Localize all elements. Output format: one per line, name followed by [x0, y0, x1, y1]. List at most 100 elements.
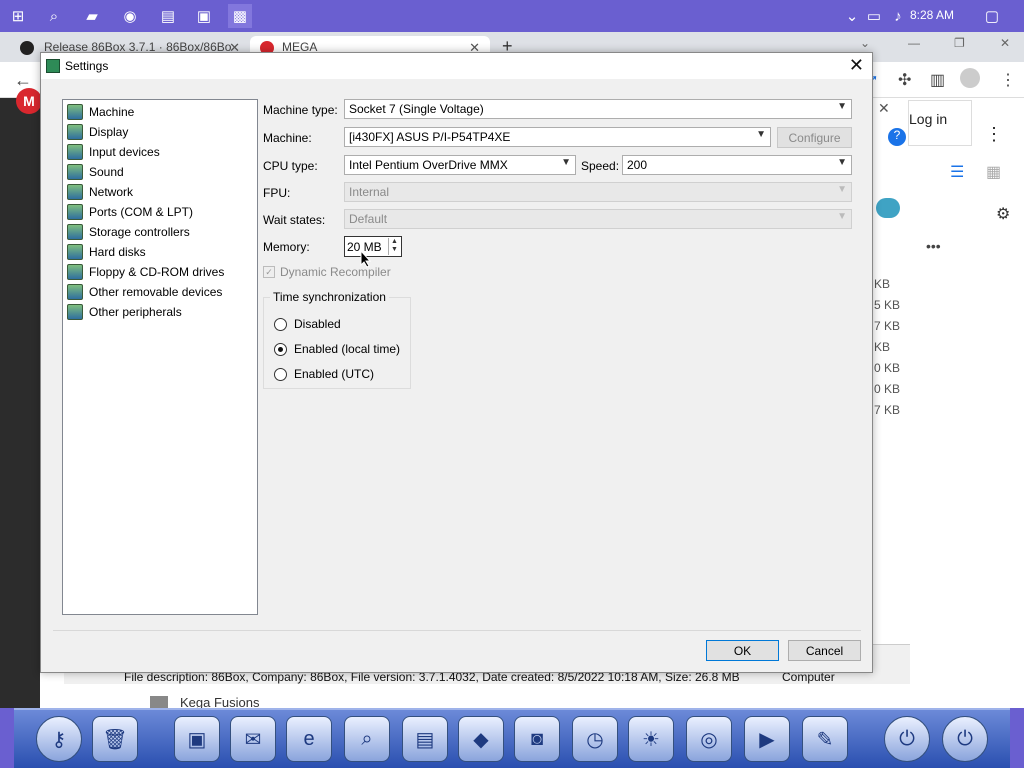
search-icon[interactable]: ⌕	[42, 4, 66, 28]
7zip-icon[interactable]: ▣	[192, 4, 216, 28]
cpu-type-select[interactable]: Intel Pentium OverDrive MMX ▼	[344, 155, 576, 175]
speed-label: Speed:	[581, 159, 620, 173]
help-icon[interactable]: ?	[888, 128, 906, 146]
minimize-icon[interactable]: —	[908, 36, 920, 50]
trash-icon[interactable]: 🗑	[92, 716, 138, 762]
list-view-icon[interactable]: ☰	[950, 162, 964, 182]
magnifier-icon[interactable]: ⌕	[344, 716, 390, 762]
profile-avatar[interactable]	[960, 68, 980, 88]
media-player-icon[interactable]: ▶	[744, 716, 790, 762]
machine-type-select[interactable]: Socket 7 (Single Voltage) ▼	[344, 99, 852, 119]
side-panel-icon[interactable]: ▥	[930, 70, 945, 90]
ok-button[interactable]: OK	[706, 640, 779, 661]
rtf-document-icon[interactable]: ▤	[402, 716, 448, 762]
select-value: 200	[627, 158, 648, 172]
nav-item-ports[interactable]: Ports (COM & LPT)	[67, 202, 193, 222]
shutdown-icon[interactable]: ⏻	[942, 716, 988, 762]
dialog-title: Settings	[65, 59, 109, 73]
fpu-label: FPU:	[263, 186, 291, 200]
size-cell: KB	[874, 340, 891, 354]
fpu-select[interactable]: Internal ▼	[344, 182, 852, 202]
close-window-icon[interactable]: ✕	[1000, 36, 1010, 50]
radio-enabled-local[interactable]: Enabled (local time)	[274, 342, 400, 356]
notification-icon[interactable]: ▢	[980, 4, 1004, 28]
computer-icon[interactable]: ▣	[174, 716, 220, 762]
nav-item-network[interactable]: Network	[67, 182, 133, 202]
scanner-icon[interactable]: ◎	[686, 716, 732, 762]
nav-label: Floppy & CD-ROM drives	[89, 265, 225, 279]
network-icon[interactable]: ▭	[862, 4, 886, 28]
wait-states-select[interactable]: Default ▼	[344, 209, 852, 229]
nav-label: Other peripherals	[89, 305, 182, 319]
radio-disabled[interactable]: Disabled	[274, 317, 341, 331]
clock[interactable]: 8:28 AM	[910, 8, 954, 22]
nav-item-other-peripherals[interactable]: Other peripherals	[67, 302, 182, 322]
internet-explorer-icon[interactable]: e	[286, 716, 332, 762]
dialog-titlebar: Settings ✕	[41, 53, 872, 79]
settings-dialog: Settings ✕ Machine Display Input devices…	[40, 52, 873, 673]
close-icon[interactable]: ✕	[849, 55, 864, 76]
login-button[interactable]: Log in	[908, 100, 972, 146]
nav-label: Hard disks	[89, 245, 146, 259]
volume-icon[interactable]: ♪	[886, 4, 910, 28]
tab-search-icon[interactable]: ⌄	[860, 36, 870, 50]
select-value: Socket 7 (Single Voltage)	[349, 102, 484, 116]
disk-icon[interactable]: ◙	[514, 716, 560, 762]
input-devices-icon	[67, 144, 83, 160]
nav-item-input-devices[interactable]: Input devices	[67, 142, 160, 162]
file-explorer-icon[interactable]: ▰	[80, 4, 104, 28]
windows-start-icon[interactable]: ⊞	[6, 4, 30, 28]
close-icon[interactable]: ✕	[878, 100, 890, 117]
chevron-down-icon: ▼	[837, 157, 847, 168]
paint-icon[interactable]: ✎	[802, 716, 848, 762]
86box-icon[interactable]: ▩	[228, 4, 252, 28]
mega-sidebar	[0, 98, 40, 708]
nav-label: Machine	[89, 105, 135, 119]
more-icon[interactable]: ⋮	[985, 124, 1003, 145]
nav-item-hard-disks[interactable]: Hard disks	[67, 242, 146, 262]
nav-item-storage-controllers[interactable]: Storage controllers	[67, 222, 190, 242]
weather-icon[interactable]: ☀	[628, 716, 674, 762]
wait-states-label: Wait states:	[263, 213, 326, 227]
select-value: Internal	[349, 185, 390, 199]
radio-label: Enabled (UTC)	[294, 367, 375, 381]
nav-item-other-removable[interactable]: Other removable devices	[67, 282, 222, 302]
cube-icon[interactable]: ◆	[458, 716, 504, 762]
power-icon[interactable]: ⏻	[884, 716, 930, 762]
gear-icon[interactable]: ⚙	[996, 204, 1010, 224]
memory-label: Memory:	[263, 240, 310, 254]
86box-icon	[46, 59, 60, 73]
nav-item-sound[interactable]: Sound	[67, 162, 124, 182]
radio-label: Disabled	[294, 317, 341, 331]
size-cell: 7 KB	[874, 403, 901, 417]
clock-folder-icon[interactable]: ◷	[572, 716, 618, 762]
spin-arrows-icon[interactable]: ▲ ▼	[388, 238, 400, 255]
memory-spinbox[interactable]: 20 MB ▲ ▼	[344, 236, 402, 257]
cancel-button[interactable]: Cancel	[788, 640, 861, 661]
nav-item-floppy-cdrom[interactable]: Floppy & CD-ROM drives	[67, 262, 224, 282]
maximize-icon[interactable]: ❐	[954, 36, 965, 50]
chrome-icon[interactable]: ◉	[118, 4, 142, 28]
chevron-down-icon: ▼	[837, 184, 847, 195]
radio-label: Enabled (local time)	[294, 342, 401, 356]
puzzle-icon[interactable]: ✣	[898, 70, 911, 90]
nav-label: Ports (COM & LPT)	[89, 205, 194, 219]
grid-view-icon[interactable]: ▦	[986, 162, 1001, 182]
notepad-icon[interactable]: ▤	[156, 4, 180, 28]
nav-item-display[interactable]: Display	[67, 122, 128, 142]
mouse-cursor-icon	[360, 250, 372, 268]
chevron-up-icon[interactable]: ⌄	[840, 4, 864, 28]
configure-button[interactable]: Configure	[777, 127, 852, 148]
nav-item-machine[interactable]: Machine	[67, 102, 134, 122]
key-icon[interactable]: ⚷	[36, 716, 82, 762]
nav-label: Storage controllers	[89, 225, 190, 239]
github-icon	[20, 41, 34, 55]
speed-select[interactable]: 200 ▼	[622, 155, 852, 175]
display-icon	[67, 124, 83, 140]
ellipsis-icon[interactable]: •••	[926, 238, 941, 254]
mail-icon[interactable]: ✉	[230, 716, 276, 762]
radio-enabled-utc[interactable]: Enabled (UTC)	[274, 367, 374, 381]
machine-select[interactable]: [i430FX] ASUS P/I-P54TP4XE ▼	[344, 127, 771, 147]
menu-icon[interactable]: ⋮	[1000, 70, 1016, 90]
mega-logo[interactable]: M	[16, 88, 42, 114]
